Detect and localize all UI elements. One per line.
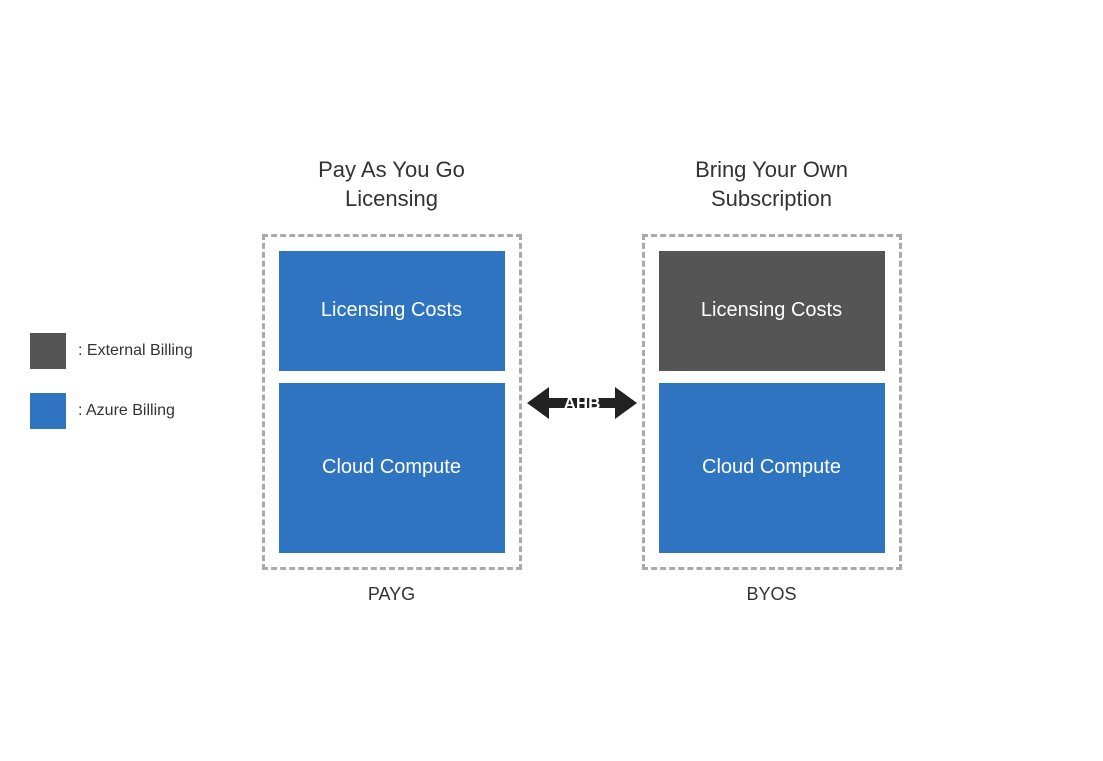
byos-title: Bring Your OwnSubscription [695,156,848,213]
ahb-container: AHB [522,373,642,433]
byos-dashed-box: Licensing Costs Cloud Compute [642,234,902,570]
legend-item-external: : External Billing [30,333,193,369]
byos-licensing-block: Licensing Costs [659,251,885,371]
legend-label-external: : External Billing [78,342,193,360]
payg-dashed-box: Licensing Costs Cloud Compute [262,234,522,570]
payg-title: Pay As You GoLicensing [318,156,465,213]
svg-text:AHB: AHB [563,394,600,413]
column-byos: Bring Your OwnSubscription Licensing Cos… [642,156,902,604]
payg-label: PAYG [368,584,415,605]
ahb-arrow-svg: AHB [527,373,637,433]
payg-compute-block: Cloud Compute [279,383,505,553]
legend: : External Billing : Azure Billing [30,333,193,429]
legend-label-azure: : Azure Billing [78,402,175,420]
legend-color-azure [30,393,66,429]
column-payg: Pay As You GoLicensing Licensing Costs C… [262,156,522,604]
byos-compute-block: Cloud Compute [659,383,885,553]
payg-licensing-block: Licensing Costs [279,251,505,371]
diagram-area: Pay As You GoLicensing Licensing Costs C… [262,156,902,604]
byos-label: BYOS [746,584,796,605]
legend-item-azure: : Azure Billing [30,393,193,429]
legend-color-external [30,333,66,369]
main-container: : External Billing : Azure Billing Pay A… [0,0,1103,761]
